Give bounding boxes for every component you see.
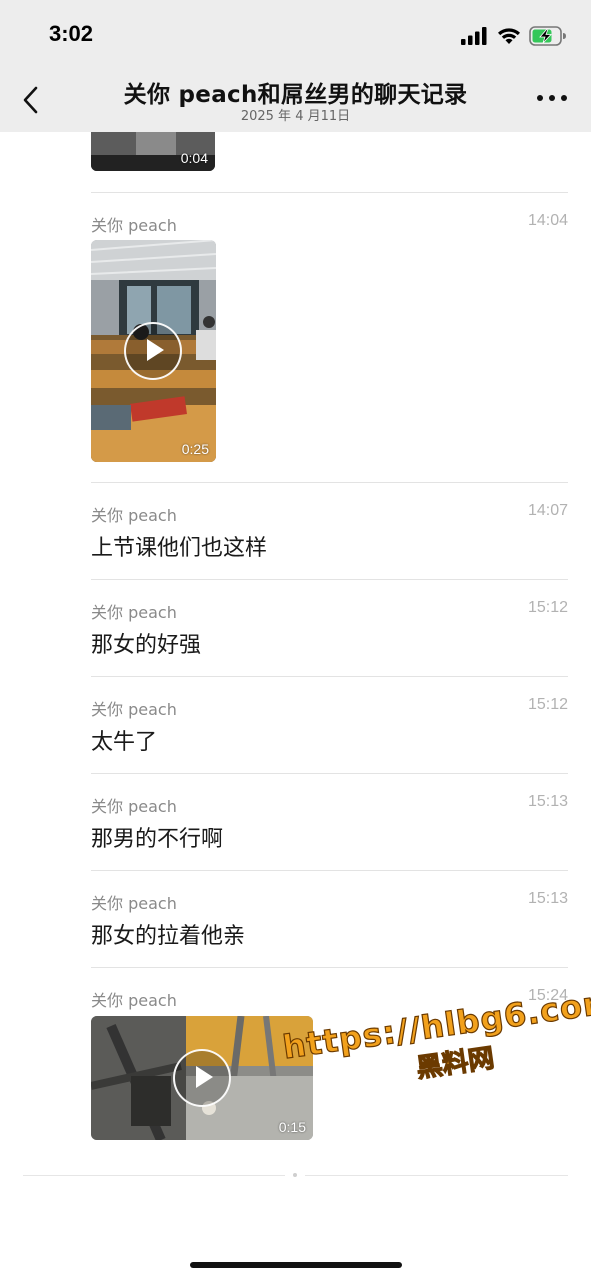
- play-icon: [173, 1049, 231, 1107]
- status-bar: 3:02: [0, 0, 591, 66]
- sender-name: 关你 peach: [91, 506, 177, 525]
- message-text: 上节课他们也这样: [91, 536, 268, 561]
- message-time: 15:24: [527, 987, 568, 1004]
- message-divider: [91, 579, 568, 580]
- message-divider: [91, 482, 568, 483]
- message-divider: [91, 870, 568, 871]
- footer-dot: [293, 1173, 297, 1177]
- message-time: 14:07: [527, 502, 568, 519]
- page-subtitle-date: 2025 年 4 月11日: [240, 109, 351, 124]
- video-duration: 0:15: [278, 1119, 306, 1135]
- message-text: 那女的拉着他亲: [91, 924, 246, 949]
- chat-history-list[interactable]: 0:04 关你 peach 14:04 0:25 关你 peach 14:07 …: [0, 132, 591, 1232]
- message-time: 15:12: [527, 696, 568, 713]
- signal-icon: [461, 27, 487, 45]
- sender-name: 关你 peach: [91, 700, 177, 719]
- message-text: 太牛了: [91, 730, 158, 755]
- message-time: 15:13: [527, 890, 568, 907]
- footer-divider: [23, 1175, 285, 1176]
- sender-name: 关你 peach: [91, 797, 177, 816]
- message-divider: [91, 676, 568, 677]
- home-indicator[interactable]: [190, 1262, 402, 1268]
- more-dots-icon: [537, 95, 567, 101]
- message-time: 15:13: [527, 793, 568, 810]
- sender-name: 关你 peach: [91, 894, 177, 913]
- message-text: 那男的不行啊: [91, 827, 224, 852]
- battery-charging-icon: [529, 26, 566, 46]
- message-divider: [91, 192, 568, 193]
- status-icons: [461, 24, 567, 48]
- sender-name: 关你 peach: [91, 216, 177, 235]
- message-divider: [91, 773, 568, 774]
- video-message[interactable]: 0:25: [91, 240, 216, 462]
- play-icon: [124, 322, 182, 380]
- wifi-icon: [498, 28, 520, 44]
- sender-name: 关你 peach: [91, 991, 177, 1010]
- more-button[interactable]: [535, 88, 569, 108]
- message-time: 14:04: [527, 212, 568, 229]
- video-duration: 0:25: [181, 441, 209, 457]
- message-text: 那女的好强: [91, 633, 202, 658]
- status-time: 3:02: [49, 21, 94, 46]
- footer-divider: [305, 1175, 568, 1176]
- chat-header: 关你 peach和屌丝男的聊天记录 2025 年 4 月11日: [0, 66, 591, 132]
- video-duration: 0:04: [180, 150, 208, 166]
- message-divider: [91, 967, 568, 968]
- page-title: 关你 peach和屌丝男的聊天记录: [123, 82, 468, 108]
- message-time: 15:12: [527, 599, 568, 616]
- video-message[interactable]: 0:15: [91, 1016, 313, 1140]
- video-message[interactable]: 0:04: [91, 132, 215, 171]
- sender-name: 关你 peach: [91, 603, 177, 622]
